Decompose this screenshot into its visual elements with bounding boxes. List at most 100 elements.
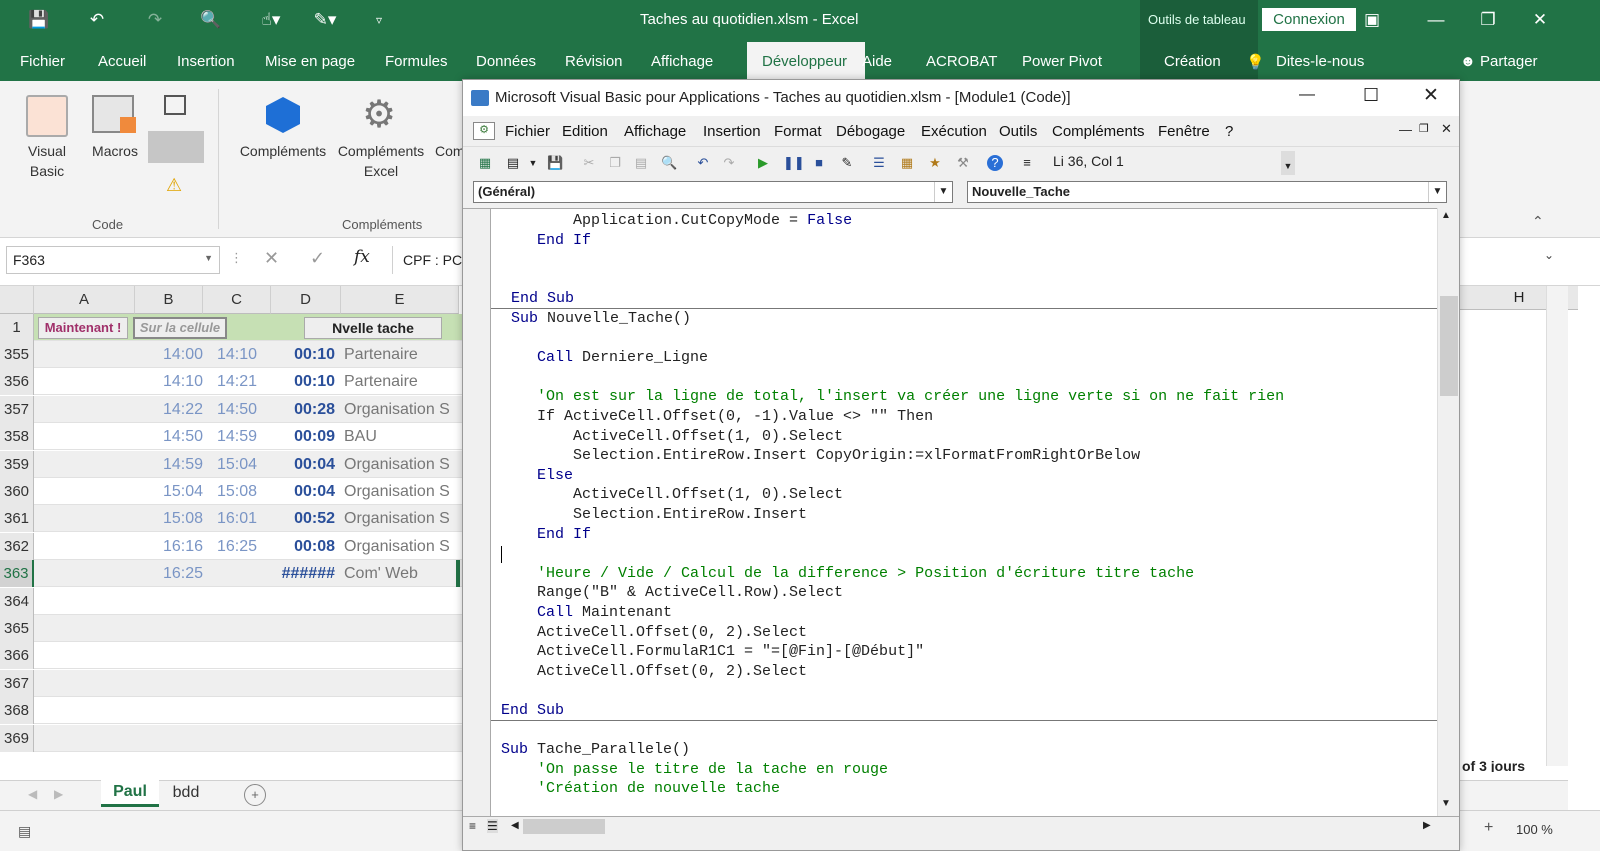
- toolbox-icon[interactable]: ⚒: [955, 155, 971, 171]
- task-cell[interactable]: [344, 697, 458, 724]
- close-icon[interactable]: ✕: [1520, 6, 1560, 34]
- duration-cell[interactable]: [273, 615, 335, 642]
- duration-cell[interactable]: 00:10: [273, 341, 335, 368]
- start-time-cell[interactable]: [139, 588, 203, 615]
- object-browser-icon[interactable]: ★: [927, 155, 943, 171]
- vba-maximize-icon[interactable]: ☐: [1363, 85, 1379, 106]
- ribbon-display-icon[interactable]: ▣: [1352, 6, 1392, 34]
- sheet-tab-bdd[interactable]: bdd: [160, 781, 212, 807]
- start-time-cell[interactable]: 15:08: [139, 505, 203, 532]
- tell-me-box[interactable]: Dites-le-nous: [1276, 53, 1364, 70]
- expand-formula-icon[interactable]: ⌄: [1544, 248, 1554, 262]
- start-time-cell[interactable]: [139, 725, 203, 752]
- visual-basic-icon[interactable]: [26, 95, 68, 137]
- row-number[interactable]: 366: [0, 642, 34, 670]
- vba-menu-format[interactable]: Format: [774, 123, 822, 140]
- tab-affichage[interactable]: Affichage: [651, 53, 713, 70]
- start-time-cell[interactable]: 14:50: [139, 423, 203, 450]
- row-number[interactable]: 362: [0, 532, 34, 560]
- maintenant-button[interactable]: Maintenant !: [38, 317, 128, 339]
- row-number[interactable]: 361: [0, 505, 34, 533]
- row-number[interactable]: 358: [0, 423, 34, 451]
- col-header-e[interactable]: E: [341, 286, 459, 314]
- task-cell[interactable]: Organisation S: [344, 396, 458, 423]
- share-icon[interactable]: ☻: [1460, 53, 1476, 70]
- tab-power-pivot[interactable]: Power Pivot: [1022, 53, 1102, 70]
- duration-cell[interactable]: 00:52: [273, 505, 335, 532]
- vba-undo-icon[interactable]: ↶: [695, 155, 711, 171]
- end-time-cell[interactable]: [205, 697, 257, 724]
- code-editor[interactable]: Application.CutCopyMode = False End If En…: [463, 208, 1437, 816]
- record-macro-icon[interactable]: [164, 95, 186, 115]
- vba-menu-complements[interactable]: Compléments: [1052, 123, 1145, 140]
- excel-addins-gear-icon[interactable]: ⚙: [362, 95, 396, 135]
- share-button[interactable]: Partager: [1480, 53, 1538, 70]
- customize-qat-icon[interactable]: ▿: [366, 8, 392, 32]
- code-margin[interactable]: [463, 209, 491, 816]
- scroll-left-icon[interactable]: ◀: [511, 820, 519, 831]
- task-cell[interactable]: [344, 642, 458, 669]
- col-header-b[interactable]: B: [135, 286, 203, 314]
- copy-icon[interactable]: ❐: [607, 155, 623, 171]
- insert-module-icon[interactable]: ▤: [505, 155, 521, 171]
- zoom-level[interactable]: 100 %: [1516, 822, 1553, 837]
- row-number[interactable]: 368: [0, 697, 34, 725]
- complements-button[interactable]: Compléments: [236, 141, 330, 161]
- tab-mise-en-page[interactable]: Mise en page: [265, 53, 355, 70]
- task-cell[interactable]: Organisation S: [344, 451, 458, 478]
- sheet-hscroll[interactable]: [1460, 780, 1568, 810]
- vba-menu-insertion[interactable]: Insertion: [703, 123, 761, 140]
- end-time-cell[interactable]: 14:21: [205, 368, 257, 395]
- task-cell[interactable]: Com' Web: [344, 560, 458, 587]
- object-select[interactable]: (Général) ▼: [473, 181, 953, 203]
- add-sheet-icon[interactable]: +: [244, 784, 266, 806]
- procedure-select[interactable]: Nouvelle_Tache ▼: [967, 181, 1447, 203]
- start-time-cell[interactable]: 14:00: [139, 341, 203, 368]
- end-time-cell[interactable]: 14:59: [205, 423, 257, 450]
- start-time-cell[interactable]: 14:10: [139, 368, 203, 395]
- task-cell[interactable]: [344, 615, 458, 642]
- confirm-formula-icon[interactable]: ✓: [310, 248, 325, 269]
- end-time-cell[interactable]: 14:10: [205, 341, 257, 368]
- duration-cell[interactable]: [273, 697, 335, 724]
- row-number[interactable]: 369: [0, 724, 34, 752]
- tab-creation[interactable]: Création: [1164, 53, 1221, 70]
- task-cell[interactable]: Partenaire: [344, 368, 458, 395]
- design-mode-icon[interactable]: ✎: [839, 155, 855, 171]
- scroll-down-icon[interactable]: ▼: [1441, 798, 1451, 809]
- task-cell[interactable]: Organisation S: [344, 533, 458, 560]
- draw-icon[interactable]: ✎▾: [312, 8, 338, 32]
- vba-minimize-icon[interactable]: —: [1299, 86, 1315, 104]
- start-time-cell[interactable]: 14:22: [139, 396, 203, 423]
- vba-save-icon[interactable]: 💾: [547, 155, 563, 171]
- duration-cell[interactable]: 00:04: [273, 478, 335, 505]
- addins-icon[interactable]: [266, 97, 300, 133]
- task-cell[interactable]: Partenaire: [344, 341, 458, 368]
- row-number[interactable]: 367: [0, 669, 34, 697]
- tab-aide[interactable]: Aide: [862, 53, 892, 70]
- row-number[interactable]: 355: [0, 341, 34, 368]
- doc-restore-icon[interactable]: ❐: [1419, 122, 1429, 135]
- start-time-cell[interactable]: [139, 642, 203, 669]
- macro-record-status-icon[interactable]: ▤: [18, 823, 31, 840]
- undo-icon[interactable]: ↶: [84, 8, 110, 32]
- visual-basic-button[interactable]: Visual Basic: [14, 141, 80, 181]
- vba-module-icon[interactable]: ⚙: [473, 122, 495, 140]
- procedure-view-icon[interactable]: ≡: [469, 819, 476, 833]
- tab-revision[interactable]: Révision: [565, 53, 623, 70]
- vba-menu-fenetre[interactable]: Fenêtre: [1158, 123, 1210, 140]
- insert-dropdown-icon[interactable]: ▼: [525, 155, 541, 171]
- scroll-right-icon[interactable]: ▶: [1423, 820, 1431, 831]
- vba-menu-edition[interactable]: Edition: [562, 123, 608, 140]
- start-time-cell[interactable]: 15:04: [139, 478, 203, 505]
- doc-close-icon[interactable]: ✕: [1441, 121, 1452, 137]
- tab-fichier[interactable]: Fichier: [20, 53, 65, 70]
- end-time-cell[interactable]: 15:08: [205, 478, 257, 505]
- macro-security-icon[interactable]: ⚠: [166, 175, 182, 196]
- duration-cell[interactable]: 00:10: [273, 368, 335, 395]
- row-number[interactable]: 360: [0, 478, 34, 505]
- duration-cell[interactable]: 00:04: [273, 451, 335, 478]
- cut-icon[interactable]: ✂: [581, 155, 597, 171]
- name-box-chevron-icon[interactable]: ▼: [204, 253, 213, 263]
- start-time-cell[interactable]: 16:16: [139, 533, 203, 560]
